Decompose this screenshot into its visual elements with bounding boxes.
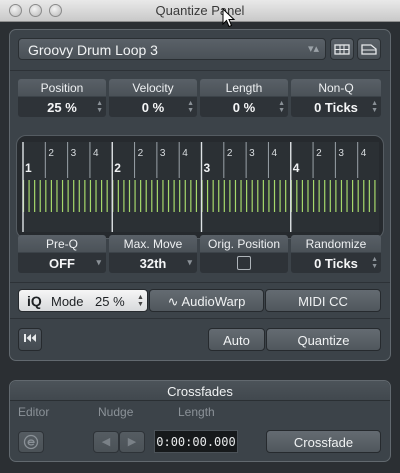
save-preset-button[interactable] [330,38,354,60]
audiowarp-button[interactable]: ∿ AudioWarp [149,289,264,312]
reset-button[interactable] [18,328,42,351]
chevron-down-icon: ▾▴ [307,43,319,55]
editor-button[interactable] [18,431,44,453]
audiowarp-label: AudioWarp [181,294,246,309]
iq-mode-control[interactable]: iQ Mode 25 % ▲ ▼ [18,289,148,312]
divider [10,318,390,319]
pre-q-label: Pre-Q [18,235,106,252]
remove-preset-button[interactable] [357,38,381,60]
preset-select[interactable]: Groovy Drum Loop 3 ▾▴ [18,38,326,60]
title-bar: Quantize Panel [0,0,400,28]
skip-to-start-icon [24,334,36,342]
beat-number-label: 2 [138,148,144,159]
divider [10,70,390,71]
beat-number-label: 3 [338,148,344,159]
audiowarp-wave-icon: ∿ [167,294,179,309]
beat-number-label: 4 [361,148,367,159]
quantize-main-panel: Groovy Drum Loop 3 ▾▴ Position 25 % ▲ ▼ V… [9,29,391,361]
randomize-label: Randomize [291,235,381,252]
length-value: 0 % [232,100,256,115]
grid-add-icon [334,44,350,55]
non-q-label: Non-Q [291,79,381,96]
auto-button[interactable]: Auto [208,328,265,351]
bar-number-label: 2 [114,161,121,175]
stepper-icon: ▲ ▼ [137,294,144,308]
nudge-right-button[interactable]: ▶ [119,431,145,453]
stepper-icon: ▲ ▼ [187,100,194,114]
stepper-icon: ▲ ▼ [371,100,378,114]
crossfades-title: Crossfades [10,381,390,401]
length-field[interactable]: 0 % ▲ ▼ [200,97,288,117]
position-label: Position [18,79,106,96]
max-move-label: Max. Move [109,235,197,252]
quantize-grid[interactable]: 1 2 3 4 2 2 3 4 3 2 3 4 4 2 3 4 [22,142,379,232]
arrow-left-icon: ◀ [101,436,111,448]
arrow-right-icon: ▶ [127,436,137,448]
beat-number-label: 4 [93,148,99,159]
mode-value: 25 % [95,294,125,309]
editor-e-icon [23,434,39,450]
preset-name: Groovy Drum Loop 3 [28,42,158,58]
nudge-left-button[interactable]: ◀ [93,431,119,453]
midi-cc-button[interactable]: MIDI CC [265,289,381,312]
crossfades-panel: Crossfades Editor Nudge Length ◀ ▶ 0:00:… [9,380,391,462]
velocity-field[interactable]: 0 % ▲ ▼ [109,97,197,117]
length-label: Length [200,79,288,96]
bar-number-label: 3 [204,161,211,175]
max-move-select[interactable]: 32th ▾ [109,253,197,273]
beat-number-label: 3 [71,148,77,159]
mouse-cursor-icon [222,8,236,28]
beat-number-label: 2 [227,148,233,159]
quantize-button[interactable]: Quantize [266,328,381,351]
beat-number-label: 2 [48,148,54,159]
beat-number-label: 4 [271,148,277,159]
orig-position-checkbox[interactable] [237,256,251,270]
stepper-icon: ▲ ▼ [278,100,285,114]
editor-label: Editor [18,405,50,419]
position-field[interactable]: 25 % ▲ ▼ [18,97,106,117]
beat-number-label: 2 [316,148,322,159]
bar-number-label: 4 [293,161,300,175]
position-value: 25 % [47,100,77,115]
pre-q-select[interactable]: OFF ▾ [18,253,106,273]
velocity-label: Velocity [109,79,197,96]
chevron-down-icon: ▾ [96,257,101,267]
chevron-down-icon: ▾ [187,257,192,267]
stepper-icon: ▲ ▼ [96,100,103,114]
crossfade-button[interactable]: Crossfade [266,430,381,453]
iq-label: iQ [27,293,42,309]
orig-position-cell [200,253,288,273]
randomize-field[interactable]: 0 Ticks ▲ ▼ [291,253,381,273]
velocity-value: 0 % [141,100,165,115]
stepper-icon: ▲ ▼ [371,256,378,270]
orig-position-label: Orig. Position [200,235,288,252]
mode-label: Mode [51,294,84,309]
nudge-label: Nudge [98,405,134,419]
non-q-value: 0 Ticks [314,100,358,115]
beat-number-label: 4 [182,148,188,159]
beat-number-label: 3 [249,148,255,159]
divider [10,282,390,283]
randomize-value: 0 Ticks [314,256,358,271]
beat-number-label: 3 [160,148,166,159]
grid-remove-icon [361,44,377,55]
bar-number-label: 1 [25,161,32,175]
non-q-field[interactable]: 0 Ticks ▲ ▼ [291,97,381,117]
pre-q-value: OFF [49,256,75,271]
length-label: Length [178,405,215,419]
crossfade-length-field[interactable]: 0:00:00.000 [154,430,238,453]
max-move-value: 32th [139,256,167,271]
window-title: Quantize Panel [155,3,245,18]
